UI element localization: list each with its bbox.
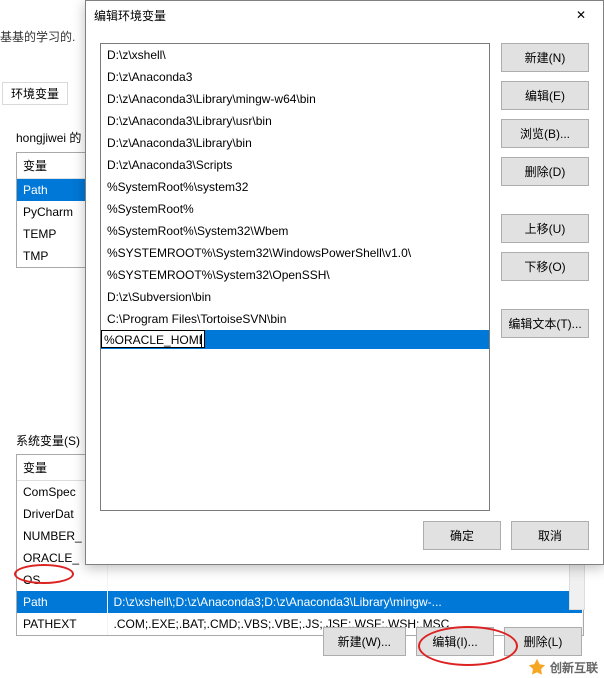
dlg-browse-button[interactable]: 浏览(B)... [501, 119, 589, 148]
path-item-editing[interactable] [101, 330, 489, 349]
path-listbox[interactable]: D:\z\xshell\D:\z\Anaconda3D:\z\Anaconda3… [100, 43, 490, 511]
user-var-row[interactable]: PyCharm [17, 201, 85, 223]
path-edit-input[interactable] [104, 332, 201, 348]
edit-button[interactable]: 编辑(I)... [416, 627, 494, 656]
close-icon: ✕ [576, 8, 586, 22]
path-item[interactable]: D:\z\Anaconda3\Library\mingw-w64\bin [101, 88, 489, 110]
cancel-button[interactable]: 取消 [511, 521, 589, 550]
path-item[interactable]: D:\z\Anaconda3\Library\usr\bin [101, 110, 489, 132]
path-item[interactable]: %SYSTEMROOT%\System32\OpenSSH\ [101, 264, 489, 286]
path-item[interactable]: D:\z\Subversion\bin [101, 286, 489, 308]
path-item[interactable]: %SystemRoot% [101, 198, 489, 220]
logo-icon [528, 658, 546, 676]
dialog-titlebar[interactable]: 编辑环境变量 ✕ [86, 1, 603, 29]
user-var-row[interactable]: TMP [17, 245, 85, 267]
path-item[interactable]: D:\z\xshell\ [101, 44, 489, 66]
user-var-row[interactable]: TEMP [17, 223, 85, 245]
user-vars-title: hongjiwei 的 [16, 129, 81, 146]
path-item[interactable]: %SystemRoot%\System32\Wbem [101, 220, 489, 242]
path-item[interactable]: D:\z\Anaconda3\Library\bin [101, 132, 489, 154]
tab-env-vars[interactable]: 环境变量 [2, 82, 68, 105]
dlg-edittext-button[interactable]: 编辑文本(T)... [501, 309, 589, 338]
close-button[interactable]: ✕ [559, 1, 603, 29]
partial-title: 基基的学习的. [0, 28, 75, 45]
dlg-edit-button[interactable]: 编辑(E) [501, 81, 589, 110]
system-vars-title: 系统变量(S) [16, 432, 80, 449]
path-item[interactable]: D:\z\Anaconda3 [101, 66, 489, 88]
edit-env-dialog: 编辑环境变量 ✕ D:\z\xshell\D:\z\Anaconda3D:\z\… [85, 0, 604, 565]
dlg-new-button[interactable]: 新建(N) [501, 43, 589, 72]
path-item[interactable]: C:\Program Files\TortoiseSVN\bin [101, 308, 489, 330]
sys-var-row[interactable]: OS [17, 569, 583, 591]
dialog-title: 编辑环境变量 [94, 7, 559, 24]
path-item[interactable]: %SYSTEMROOT%\System32\WindowsPowerShell\… [101, 242, 489, 264]
dlg-movedown-button[interactable]: 下移(O) [501, 252, 589, 281]
sys-var-row[interactable]: PathD:\z\xshell\;D:\z\Anaconda3;D:\z\Ana… [17, 591, 583, 613]
delete-button[interactable]: 删除(L) [504, 627, 582, 656]
path-item[interactable]: %SystemRoot%\system32 [101, 176, 489, 198]
path-item[interactable]: D:\z\Anaconda3\Scripts [101, 154, 489, 176]
user-vars-header: 变量 [17, 153, 85, 179]
ok-button[interactable]: 确定 [423, 521, 501, 550]
new-button[interactable]: 新建(W)... [323, 627, 406, 656]
logo-text: 创新互联 [550, 659, 598, 676]
user-var-row[interactable]: Path [17, 179, 85, 201]
user-vars-table[interactable]: 变量 Path PyCharm TEMP TMP [16, 152, 86, 268]
watermark-logo: 创新互联 [528, 658, 598, 676]
dlg-delete-button[interactable]: 删除(D) [501, 157, 589, 186]
dlg-moveup-button[interactable]: 上移(U) [501, 214, 589, 243]
